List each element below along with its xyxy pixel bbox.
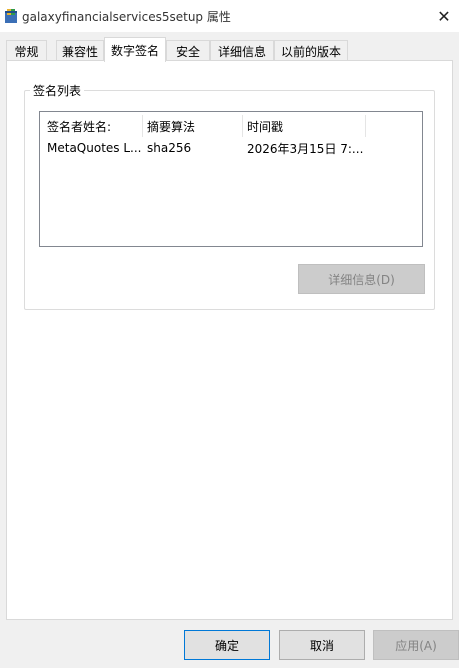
- column-header-digest[interactable]: 摘要算法: [147, 115, 242, 137]
- column-header-signer[interactable]: 签名者姓名:: [47, 115, 142, 137]
- column-separator[interactable]: [242, 115, 243, 137]
- setup-package-icon: [4, 8, 18, 24]
- tab-general[interactable]: 常规: [6, 40, 47, 61]
- signer-name-cell: MetaQuotes L...: [47, 141, 142, 155]
- tab-details[interactable]: 详细信息: [210, 40, 274, 61]
- tab-previous-versions[interactable]: 以前的版本: [274, 40, 348, 61]
- tab-security[interactable]: 安全: [166, 40, 210, 61]
- signature-list-view[interactable]: 签名者姓名: 摘要算法 时间戳 MetaQuotes L... sha256 2…: [39, 111, 423, 247]
- column-separator[interactable]: [365, 115, 366, 137]
- column-separator[interactable]: [142, 115, 143, 137]
- window-title: galaxyfinancialservices5setup 属性: [22, 10, 231, 24]
- signature-list-label: 签名列表: [30, 82, 85, 99]
- apply-button[interactable]: 应用(A): [373, 630, 459, 660]
- cancel-button[interactable]: 取消: [279, 630, 365, 660]
- tab-digital-signatures[interactable]: 数字签名: [104, 37, 166, 62]
- tab-compatibility[interactable]: 兼容性: [56, 40, 104, 61]
- digest-algorithm-cell: sha256: [147, 141, 192, 155]
- tab-strip: 常规 兼容性 数字签名 安全 详细信息 以前的版本: [6, 37, 456, 62]
- column-header-timestamp[interactable]: 时间戳: [247, 115, 362, 137]
- close-icon[interactable]: ✕: [429, 0, 459, 32]
- timestamp-cell: 2026年3月15日 7:...: [247, 141, 364, 156]
- details-button[interactable]: 详细信息(D): [298, 264, 425, 294]
- title-bar: galaxyfinancialservices5setup 属性 ✕: [0, 0, 459, 32]
- ok-button[interactable]: 确定: [184, 630, 270, 660]
